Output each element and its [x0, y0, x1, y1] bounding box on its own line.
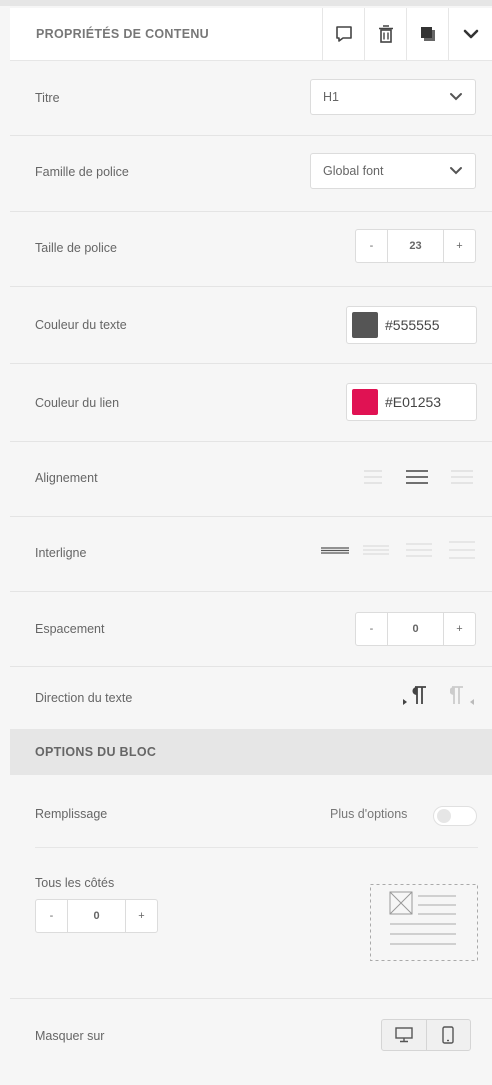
- line-height-medium-icon[interactable]: [405, 542, 433, 558]
- link-color-value: #E01253: [385, 394, 442, 410]
- spacing-label: Espacement: [35, 622, 105, 636]
- spacing-row: Espacement - 0 +: [10, 592, 492, 667]
- collapse-button[interactable]: [448, 8, 492, 60]
- font-size-stepper: - 23 +: [355, 229, 476, 263]
- line-height-large-icon[interactable]: [448, 540, 476, 560]
- hide-on-device-group: [381, 1019, 471, 1051]
- font-size-value[interactable]: 23: [387, 230, 444, 262]
- all-sides-label: Tous les côtés: [35, 876, 115, 890]
- text-color-value: #555555: [385, 317, 440, 333]
- font-family-select-value: Global font: [323, 164, 384, 178]
- comment-button[interactable]: [322, 8, 365, 60]
- title-row: Titre H1: [10, 61, 492, 136]
- font-size-row: Taille de police - 23 +: [10, 212, 492, 287]
- comment-icon: [336, 26, 352, 42]
- text-color-row: Couleur du texte #555555: [10, 287, 492, 364]
- panel-header: PROPRIÉTÉS DE CONTENU: [10, 8, 492, 61]
- copy-icon: [421, 27, 435, 41]
- link-color-row: Couleur du lien #E01253: [10, 364, 492, 442]
- trash-icon: [379, 25, 393, 43]
- font-size-increment-button[interactable]: +: [444, 230, 475, 262]
- all-sides-stepper: - 0 +: [35, 899, 158, 933]
- more-options-label: Plus d'options: [330, 807, 408, 821]
- line-height-small-icon[interactable]: [362, 544, 390, 556]
- font-family-select[interactable]: Global font: [310, 153, 476, 189]
- all-sides-increment-button[interactable]: +: [126, 900, 157, 932]
- all-sides-decrement-button[interactable]: -: [36, 900, 67, 932]
- align-center-icon[interactable]: [405, 470, 429, 484]
- divider: [35, 847, 478, 848]
- font-family-label: Famille de police: [35, 165, 129, 179]
- desktop-icon: [395, 1027, 413, 1043]
- spacing-stepper: - 0 +: [355, 612, 476, 646]
- chevron-down-icon: [463, 29, 479, 39]
- title-label: Titre: [35, 91, 60, 105]
- all-sides-value[interactable]: 0: [67, 900, 126, 932]
- align-right-icon[interactable]: [450, 470, 474, 484]
- padding-preview-illustration: [370, 884, 478, 961]
- font-size-label: Taille de police: [35, 241, 117, 255]
- line-height-row: Interligne: [10, 517, 492, 592]
- spacing-decrement-button[interactable]: -: [356, 613, 387, 645]
- link-color-swatch: [352, 389, 378, 415]
- delete-button[interactable]: [364, 8, 407, 60]
- panel-title: PROPRIÉTÉS DE CONTENU: [36, 27, 209, 41]
- duplicate-button[interactable]: [406, 8, 449, 60]
- text-direction-row: Direction du texte: [10, 667, 492, 729]
- more-options-toggle[interactable]: [433, 806, 477, 826]
- text-color-swatch: [352, 312, 378, 338]
- spacing-value[interactable]: 0: [387, 613, 444, 645]
- toggle-knob: [437, 809, 451, 823]
- hide-on-mobile-button[interactable]: [425, 1020, 471, 1050]
- font-family-row: Famille de police Global font: [10, 136, 492, 212]
- top-border: [0, 0, 492, 6]
- chevron-down-icon: [450, 93, 462, 101]
- title-select-value: H1: [323, 90, 339, 104]
- line-height-compact-icon[interactable]: [320, 546, 350, 554]
- link-color-picker[interactable]: #E01253: [346, 383, 477, 421]
- rtl-direction-icon[interactable]: [450, 684, 476, 706]
- spacing-increment-button[interactable]: +: [444, 613, 475, 645]
- line-height-label: Interligne: [35, 546, 87, 560]
- text-color-picker[interactable]: #555555: [346, 306, 477, 344]
- padding-label: Remplissage: [35, 807, 108, 821]
- content-properties-panel: PROPRIÉTÉS DE CONTENU Titre H1 Famille d…: [0, 0, 492, 1085]
- chevron-down-icon: [450, 167, 462, 175]
- mobile-icon: [442, 1026, 454, 1044]
- text-direction-label: Direction du texte: [35, 691, 133, 705]
- title-select[interactable]: H1: [310, 79, 476, 115]
- alignment-row: Alignement: [10, 442, 492, 517]
- hide-on-label: Masquer sur: [35, 1029, 105, 1043]
- ltr-direction-icon[interactable]: [402, 684, 428, 706]
- divider: [10, 998, 492, 999]
- block-options-header: OPTIONS DU BLOC: [10, 729, 492, 775]
- hide-on-desktop-button[interactable]: [382, 1020, 426, 1050]
- align-left-icon[interactable]: [363, 470, 383, 484]
- alignment-label: Alignement: [35, 471, 98, 485]
- link-color-label: Couleur du lien: [35, 396, 120, 410]
- font-size-decrement-button[interactable]: -: [356, 230, 387, 262]
- text-color-label: Couleur du texte: [35, 318, 127, 332]
- block-options-title: OPTIONS DU BLOC: [35, 745, 157, 759]
